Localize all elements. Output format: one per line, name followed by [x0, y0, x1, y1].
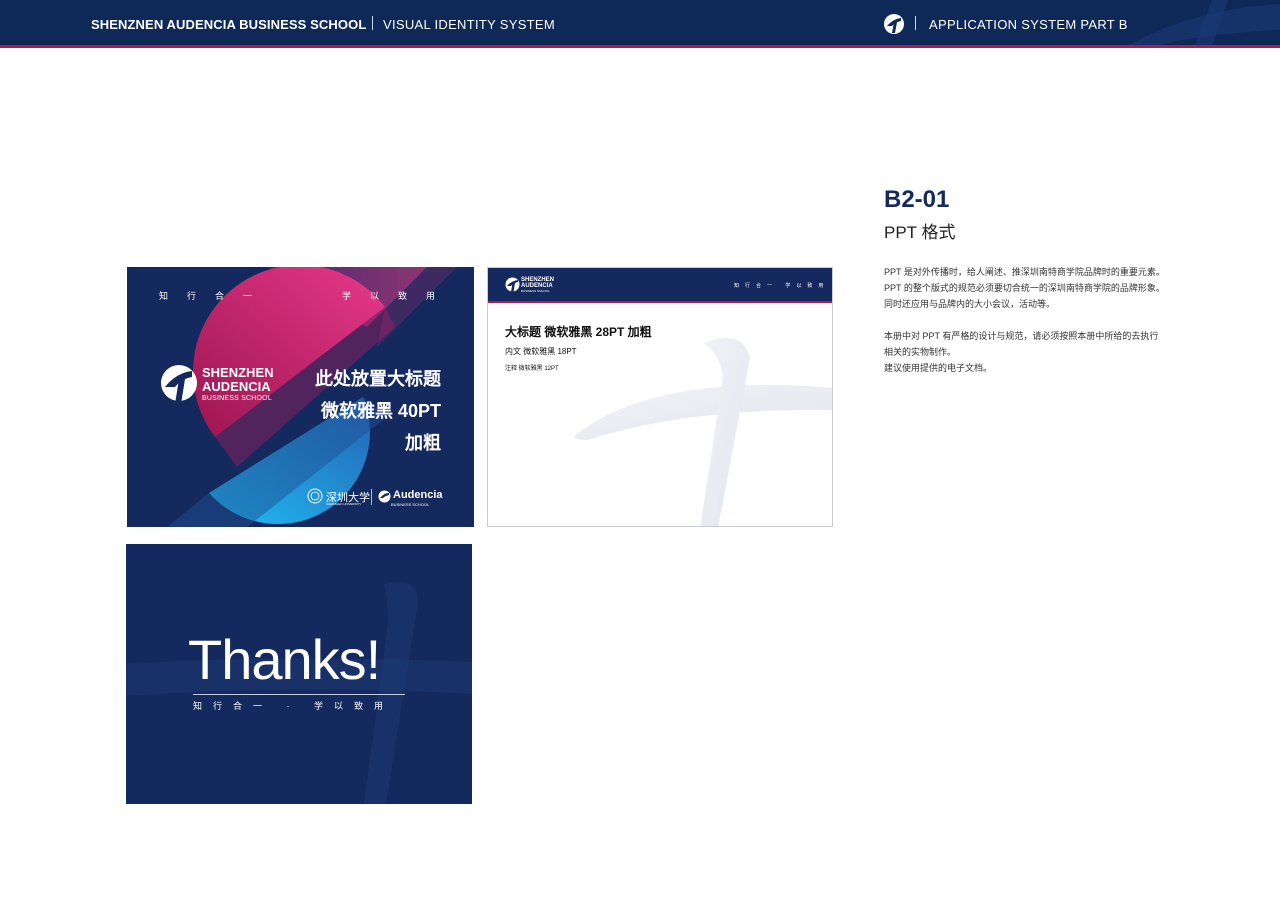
- content-title: 大标题 微软雅黑 28PT 加粗: [505, 325, 652, 339]
- content-motto: 知行合一 学以致用: [734, 283, 830, 289]
- content-body: 内文 微软雅黑 18PT: [505, 347, 577, 356]
- header-school-name: SHENZNEN AUDENCIA BUSINESS SCHOOL: [91, 17, 367, 32]
- brand-logo-icon: [505, 277, 520, 292]
- brand-logo-icon: [161, 365, 197, 404]
- thanks-text: Thanks!: [188, 628, 381, 691]
- top-banner: SHENZNEN AUDENCIA BUSINESS SCHOOL VISUAL…: [0, 0, 1280, 45]
- cover-brand-line2: AUDENCIA: [202, 379, 271, 394]
- desc-line: 建议使用提供的电子文档。: [884, 363, 993, 373]
- cover-brand-sub: BUSINESS SCHOOL: [202, 395, 272, 402]
- header-divider: [915, 16, 916, 30]
- header-part-label: APPLICATION SYSTEM PART B: [929, 17, 1128, 32]
- desc-line: PPT 的整个版式的规范必须要切合统一的深圳南特商学院的品牌形象。: [884, 283, 1165, 293]
- brand-logo-icon: [884, 14, 904, 34]
- cover-title-line3: 加粗: [405, 433, 441, 453]
- cover-title-line2: 微软雅黑 40PT: [320, 401, 441, 421]
- audencia-sub: BUSINESS SCHOOL: [391, 502, 430, 507]
- ppt-cover-slide: 知行合一 学以致用 SHENZHEN AUDENCIA BUSINESS SCH…: [127, 267, 474, 527]
- desc-line: 相关的实物制作。: [884, 347, 957, 357]
- content-note: 注释 微软雅黑 12PT: [505, 366, 559, 372]
- cover-motto-left: 知行合一: [159, 291, 272, 301]
- content-brand-name: SHENZHEN AUDENCIA: [521, 277, 554, 289]
- szu-seal-icon: [307, 488, 323, 504]
- thanks-rule: [193, 694, 405, 695]
- content-brand-sub: BUSINESS SCHOOL: [521, 289, 550, 293]
- section-title: PPT 格式: [884, 223, 956, 242]
- desc-line: 同时还应用与品牌内的大小会议，活动等。: [884, 299, 1056, 309]
- partner-divider: [371, 489, 372, 505]
- audencia-logo-icon: [378, 490, 391, 503]
- cover-brand-name: SHENZHEN AUDENCIA: [202, 366, 274, 394]
- header-divider: [372, 16, 373, 30]
- ppt-end-slide: Thanks! 知行合一 · 学以致用: [126, 544, 472, 804]
- cover-title-line1: 此处放置大标题: [315, 369, 441, 389]
- cover-motto-right: 学以致用: [342, 291, 455, 301]
- desc-line: PPT 是对外传播时，给人阐述、推深圳南特商学院品牌时的重要元素。: [884, 267, 1165, 277]
- header-system-name: VISUAL IDENTITY SYSTEM: [383, 17, 556, 32]
- content-header-accent: [488, 301, 832, 303]
- audencia-name: Audencia: [393, 489, 443, 501]
- banner-accent-line: [0, 45, 1280, 48]
- cover-brand-line1: SHENZHEN: [202, 365, 274, 380]
- desc-line: 本册中对 PPT 有严格的设计与规范，请必须按照本册中所给的去执行: [884, 331, 1159, 341]
- szu-name-en: SHENZHEN UNIVERSITY: [326, 502, 362, 506]
- section-description: PPT 是对外传播时，给人阐述、推深圳南特商学院品牌时的重要元素。 PPT 的整…: [884, 264, 1204, 376]
- section-code: B2-01: [884, 186, 950, 213]
- end-motto: 知行合一 · 学以致用: [193, 701, 394, 711]
- ppt-content-slide: SHENZHEN AUDENCIA BUSINESS SCHOOL 知行合一 学…: [487, 267, 833, 527]
- content-watermark: [574, 338, 832, 526]
